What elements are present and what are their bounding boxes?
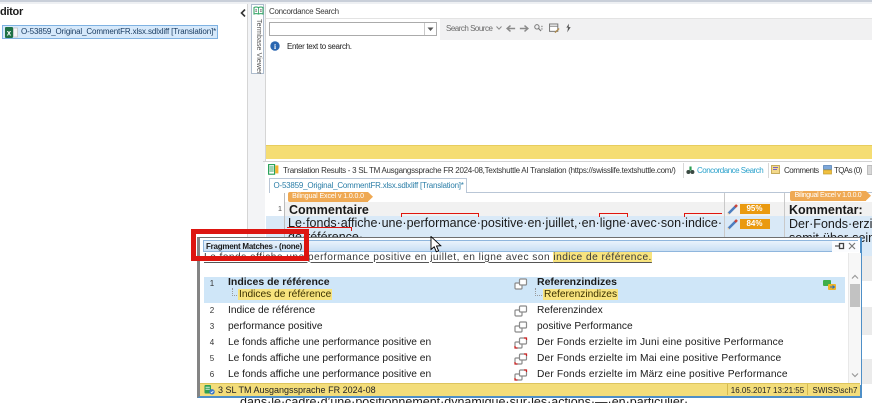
svg-text:i: i [274, 42, 276, 51]
svg-text:x: x [7, 29, 12, 38]
